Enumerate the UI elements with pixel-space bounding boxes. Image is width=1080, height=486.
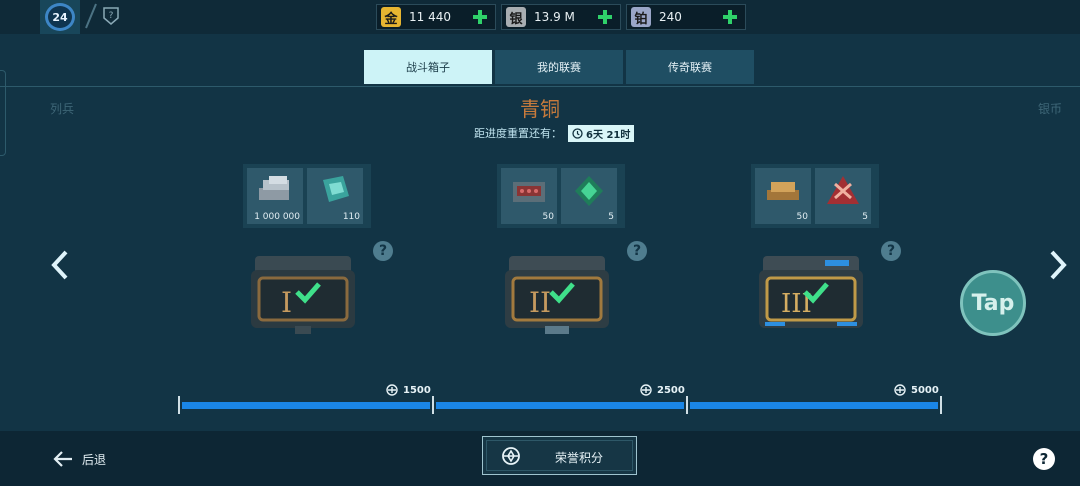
- ammo-crate-icon: [513, 182, 545, 202]
- chest-tier-3[interactable]: III: [755, 250, 867, 340]
- progress-tick: [686, 396, 688, 414]
- reward-amount: 110: [342, 212, 360, 222]
- gold-currency: 金 11 440: [376, 4, 496, 30]
- help-icon[interactable]: ?: [373, 241, 393, 261]
- reward-item[interactable]: 5: [561, 168, 617, 224]
- add-silver-button[interactable]: [596, 8, 614, 26]
- chevron-right-icon[interactable]: [1046, 248, 1070, 282]
- honor-points-icon: [894, 384, 906, 396]
- reward-amount: 50: [542, 212, 554, 222]
- rank-shield-help-icon[interactable]: ?: [102, 6, 120, 26]
- league-progress-bar: [178, 396, 942, 416]
- arrow-left-icon: [53, 451, 72, 467]
- tab-my-league[interactable]: 我的联赛: [495, 50, 623, 84]
- player-level-badge[interactable]: 24: [40, 0, 80, 34]
- reward-item[interactable]: 110: [307, 168, 363, 224]
- reward-tier-3: 50 5 ? III: [751, 164, 901, 344]
- silver-amount: 13.9 M: [534, 10, 575, 24]
- reward-tier-1: 1 000 000 110 ? I: [243, 164, 393, 344]
- reward-items: 1 000 000 110: [243, 164, 371, 228]
- reward-tier-2: 50 5 ? II: [497, 164, 647, 344]
- level-number: 24: [45, 3, 75, 31]
- gold-icon: 金: [381, 7, 401, 27]
- reset-time-value: 6天 21时: [586, 129, 631, 141]
- help-icon[interactable]: ?: [1033, 448, 1055, 470]
- reward-amount: 1 000 000: [254, 212, 300, 222]
- honor-points-label: 荣誉积分: [555, 451, 604, 465]
- platinum-amount: 240: [659, 10, 682, 24]
- chevron-left-icon[interactable]: [48, 248, 72, 282]
- help-icon[interactable]: ?: [627, 241, 647, 261]
- silver-stack-icon: [259, 176, 289, 200]
- milestone-value: 2500: [657, 384, 685, 396]
- reward-amount: 5: [608, 212, 614, 222]
- add-platinum-button[interactable]: [721, 8, 739, 26]
- progress-segment: [182, 402, 430, 409]
- milestone-value: 5000: [911, 384, 939, 396]
- chest-tier-1[interactable]: I: [247, 250, 359, 340]
- tap-hint-button[interactable]: Tap: [960, 270, 1026, 336]
- reward-items: 50 5: [751, 164, 879, 228]
- honor-points-button[interactable]: 荣誉积分: [482, 436, 637, 475]
- progress-tick: [940, 396, 942, 414]
- reward-items: 50 5: [497, 164, 625, 228]
- silver-icon: 银: [506, 7, 526, 27]
- tab-bar: 战斗箱子 我的联赛 传奇联赛: [364, 50, 754, 84]
- honor-points-icon: [502, 447, 520, 465]
- add-gold-button[interactable]: [471, 8, 489, 26]
- chest-tier-2[interactable]: II: [501, 250, 613, 340]
- progress-tick: [432, 396, 434, 414]
- tab-divider: [0, 86, 1080, 87]
- divider-slash-icon: [85, 3, 97, 29]
- chest-numeral: I: [281, 286, 292, 319]
- clock-icon: [572, 127, 583, 139]
- tab-legend-league[interactable]: 传奇联赛: [626, 50, 754, 84]
- gold-bars-icon: [767, 182, 799, 200]
- silver-currency: 银 13.9 M: [501, 4, 621, 30]
- reward-amount: 5: [862, 212, 868, 222]
- reset-timer: 6天 21时: [568, 124, 635, 142]
- reward-item[interactable]: 50: [501, 168, 557, 224]
- honor-points-icon: [640, 384, 652, 396]
- reward-amount: 50: [796, 212, 808, 222]
- help-icon[interactable]: ?: [881, 241, 901, 261]
- gold-amount: 11 440: [409, 10, 451, 24]
- milestone-value: 1500: [403, 384, 431, 396]
- progress-segment: [690, 402, 938, 409]
- back-label: 后退: [82, 452, 107, 467]
- platinum-icon: 铂: [631, 7, 651, 27]
- reward-item[interactable]: 50: [755, 168, 811, 224]
- progress-segment: [436, 402, 684, 409]
- progress-tick: [178, 396, 180, 414]
- tab-battle-chests[interactable]: 战斗箱子: [364, 50, 492, 84]
- reset-timer-row: 距进度重置还有： 6天 21时: [474, 124, 635, 142]
- honor-points-icon: [386, 384, 398, 396]
- reset-label: 距进度重置还有：: [474, 127, 562, 140]
- red-booster-icon: [827, 176, 859, 204]
- svg-text:?: ?: [109, 11, 114, 21]
- green-booster-icon: [575, 176, 603, 206]
- reward-item[interactable]: 1 000 000: [247, 168, 303, 224]
- league-title: 青铜: [520, 97, 560, 121]
- platinum-currency: 铂 240: [626, 4, 746, 30]
- blueprint-icon: [323, 176, 349, 202]
- reward-item[interactable]: 5: [815, 168, 871, 224]
- chest-numeral: II: [529, 286, 551, 319]
- back-button[interactable]: 后退: [52, 448, 106, 470]
